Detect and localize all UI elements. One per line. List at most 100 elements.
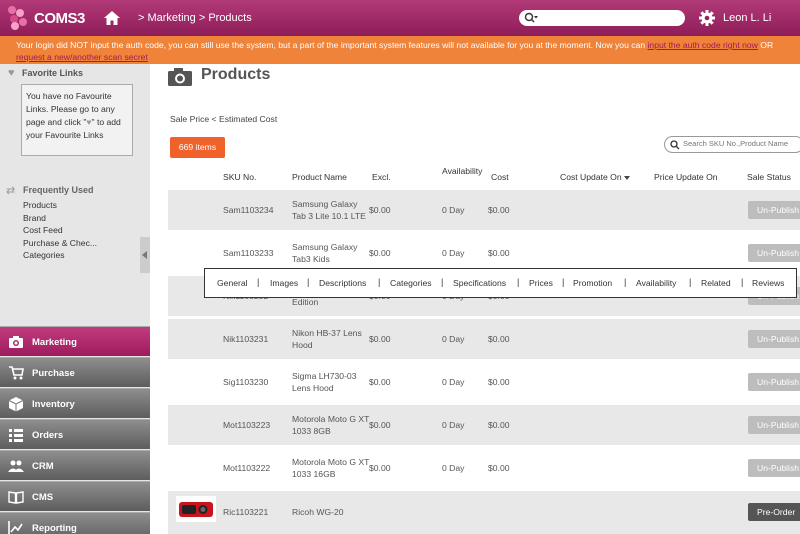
sku-cell[interactable]: Sam1103234 (223, 204, 274, 216)
request-scan-secret-link[interactable]: request a new/another scan secret (16, 52, 148, 62)
tab-prices[interactable]: Prices (529, 278, 553, 288)
list-icon (9, 429, 23, 442)
tab-related[interactable]: Related (701, 278, 731, 288)
table-row[interactable]: Sam1103233 Samsung Galaxy Tab3 Kids $0.0… (168, 233, 800, 273)
column-header-product-name[interactable]: Product Name (292, 172, 347, 182)
nav-crm[interactable]: CRM (0, 450, 150, 480)
sidebar-collapse-handle[interactable] (140, 237, 150, 273)
item-count-badge[interactable]: 669 items (170, 137, 225, 158)
sku-cell[interactable]: Ric1103221 (223, 506, 268, 518)
tab-separator: | (562, 277, 565, 287)
nav-inventory[interactable]: Inventory (0, 388, 150, 418)
tab-descriptions[interactable]: Descriptions (319, 278, 366, 288)
tab-reviews[interactable]: Reviews (752, 278, 784, 288)
gear-icon[interactable] (698, 9, 716, 27)
frequent-link-categories[interactable]: Categories (23, 250, 65, 260)
frequent-link-brand[interactable]: Brand (23, 213, 46, 223)
frequent-link-products[interactable]: Products (23, 200, 57, 210)
logo-icon[interactable] (8, 6, 32, 30)
product-search-box[interactable] (664, 136, 800, 153)
excl-cell: $0.00 (369, 205, 391, 215)
status-button[interactable]: Un-Publish (748, 459, 800, 477)
user-name[interactable]: Leon L. Li (723, 12, 771, 24)
input-auth-code-link[interactable]: input the auth code right now (648, 40, 758, 50)
excl-cell: $0.00 (369, 420, 391, 430)
tab-separator: | (307, 277, 310, 287)
excl-cell: $0.00 (369, 248, 391, 258)
status-button[interactable]: Un-Publish (748, 201, 800, 219)
tab-images[interactable]: Images (270, 278, 298, 288)
table-row[interactable]: Sig1103230 Sigma LH730-03 Lens Hood $0.0… (168, 362, 800, 402)
sku-cell[interactable]: Nik1103231 (223, 333, 268, 345)
global-search-input[interactable] (519, 10, 685, 26)
column-header-cost[interactable]: Cost (491, 172, 509, 182)
availability-cell: 0 Day (442, 205, 465, 215)
availability-cell: 0 Day (442, 463, 465, 473)
cost-cell: $0.00 (488, 377, 510, 387)
sku-cell[interactable]: Sig1103230 (223, 376, 268, 388)
sku-cell[interactable]: Sam1103233 (223, 247, 274, 259)
camera-icon (168, 68, 192, 86)
home-icon[interactable] (103, 9, 121, 27)
nav-cms[interactable]: CMS (0, 481, 150, 511)
column-header-sale-status[interactable]: Sale Status (747, 172, 791, 182)
nav-label: CRM (32, 461, 54, 472)
alert-or: OR (757, 40, 774, 50)
status-button[interactable]: Un-Publish (748, 373, 800, 391)
table-row[interactable]: Sam1103234 Samsung Galaxy Tab 3 Lite 10.… (168, 190, 800, 230)
frequent-link-purchase-check[interactable]: Purchase & Chec... (23, 238, 97, 248)
status-button[interactable]: Pre-Order (748, 503, 800, 521)
nav-marketing[interactable]: Marketing (0, 326, 150, 356)
product-name-cell[interactable]: Motorola Moto G XT 1033 16GB (292, 456, 370, 480)
table-row[interactable]: Nik1103231 Nikon HB-37 Lens Hood $0.00 0… (168, 319, 800, 359)
frequent-link-cost-feed[interactable]: Cost Feed (23, 225, 63, 235)
tab-availability[interactable]: Availability (636, 278, 676, 288)
book-icon (8, 491, 24, 504)
top-bar: COMS3 > Marketing > Products Leon L. Li (0, 0, 800, 36)
status-button[interactable]: Un-Publish (748, 416, 800, 434)
availability-cell: 0 Day (442, 334, 465, 344)
column-header-cost-update-label: Cost Update On (560, 172, 622, 182)
product-search-input[interactable] (683, 139, 799, 148)
tab-specifications[interactable]: Specifications (453, 278, 506, 288)
column-header-sku[interactable]: SKU No. (223, 172, 256, 182)
brand-name[interactable]: COMS3 (34, 10, 85, 27)
availability-cell: 0 Day (442, 420, 465, 430)
product-name-cell[interactable]: Motorola Moto G XT 1033 8GB (292, 413, 370, 437)
product-name-cell[interactable]: Nikon HB-37 Lens Hood (292, 327, 370, 351)
status-button[interactable]: Un-Publish (748, 330, 800, 348)
search-icon (670, 140, 680, 150)
nav-reporting[interactable]: Reporting (0, 512, 150, 534)
product-thumbnail[interactable] (176, 496, 216, 522)
product-name-cell[interactable]: Samsung Galaxy Tab3 Kids (292, 241, 370, 265)
column-header-cost-update[interactable]: Cost Update On (560, 172, 630, 182)
tab-separator: | (378, 277, 381, 287)
tab-general[interactable]: General (217, 278, 248, 288)
nav-purchase[interactable]: Purchase (0, 357, 150, 387)
column-header-excl[interactable]: Excl. (372, 172, 391, 182)
column-header-availability[interactable]: Availability (442, 166, 482, 176)
excl-cell: $0.00 (369, 377, 391, 387)
table-row[interactable]: Mot1103222 Motorola Moto G XT 1033 16GB … (168, 448, 800, 488)
nav-orders[interactable]: Orders (0, 419, 150, 449)
tab-separator: | (441, 277, 444, 287)
table-row[interactable]: Ric1103221 Ricoh WG-20 Pre-Order (168, 491, 800, 534)
column-header-price-update[interactable]: Price Update On (654, 172, 718, 182)
cost-cell: $0.00 (488, 463, 510, 473)
tab-promotion[interactable]: Promotion (573, 278, 612, 288)
tab-categories[interactable]: Categories (390, 278, 432, 288)
table-row[interactable]: Mot1103223 Motorola Moto G XT 1033 8GB $… (168, 405, 800, 445)
cost-cell: $0.00 (488, 248, 510, 258)
product-name-cell[interactable]: Sigma LH730-03 Lens Hood (292, 370, 370, 394)
nav-label: Purchase (32, 368, 75, 379)
box-icon (8, 397, 24, 412)
sku-cell[interactable]: Mot1103223 (223, 419, 270, 431)
filter-description: Sale Price < Estimated Cost (170, 114, 278, 124)
sku-cell[interactable]: Mot1103222 (223, 462, 270, 474)
chart-icon (8, 521, 23, 534)
cost-cell: $0.00 (488, 334, 510, 344)
product-name-cell[interactable]: Ricoh WG-20 (292, 506, 370, 518)
product-name-cell[interactable]: Samsung Galaxy Tab 3 Lite 10.1 LTE (292, 198, 370, 222)
camera-icon (9, 336, 23, 348)
status-button[interactable]: Un-Publish (748, 244, 800, 262)
